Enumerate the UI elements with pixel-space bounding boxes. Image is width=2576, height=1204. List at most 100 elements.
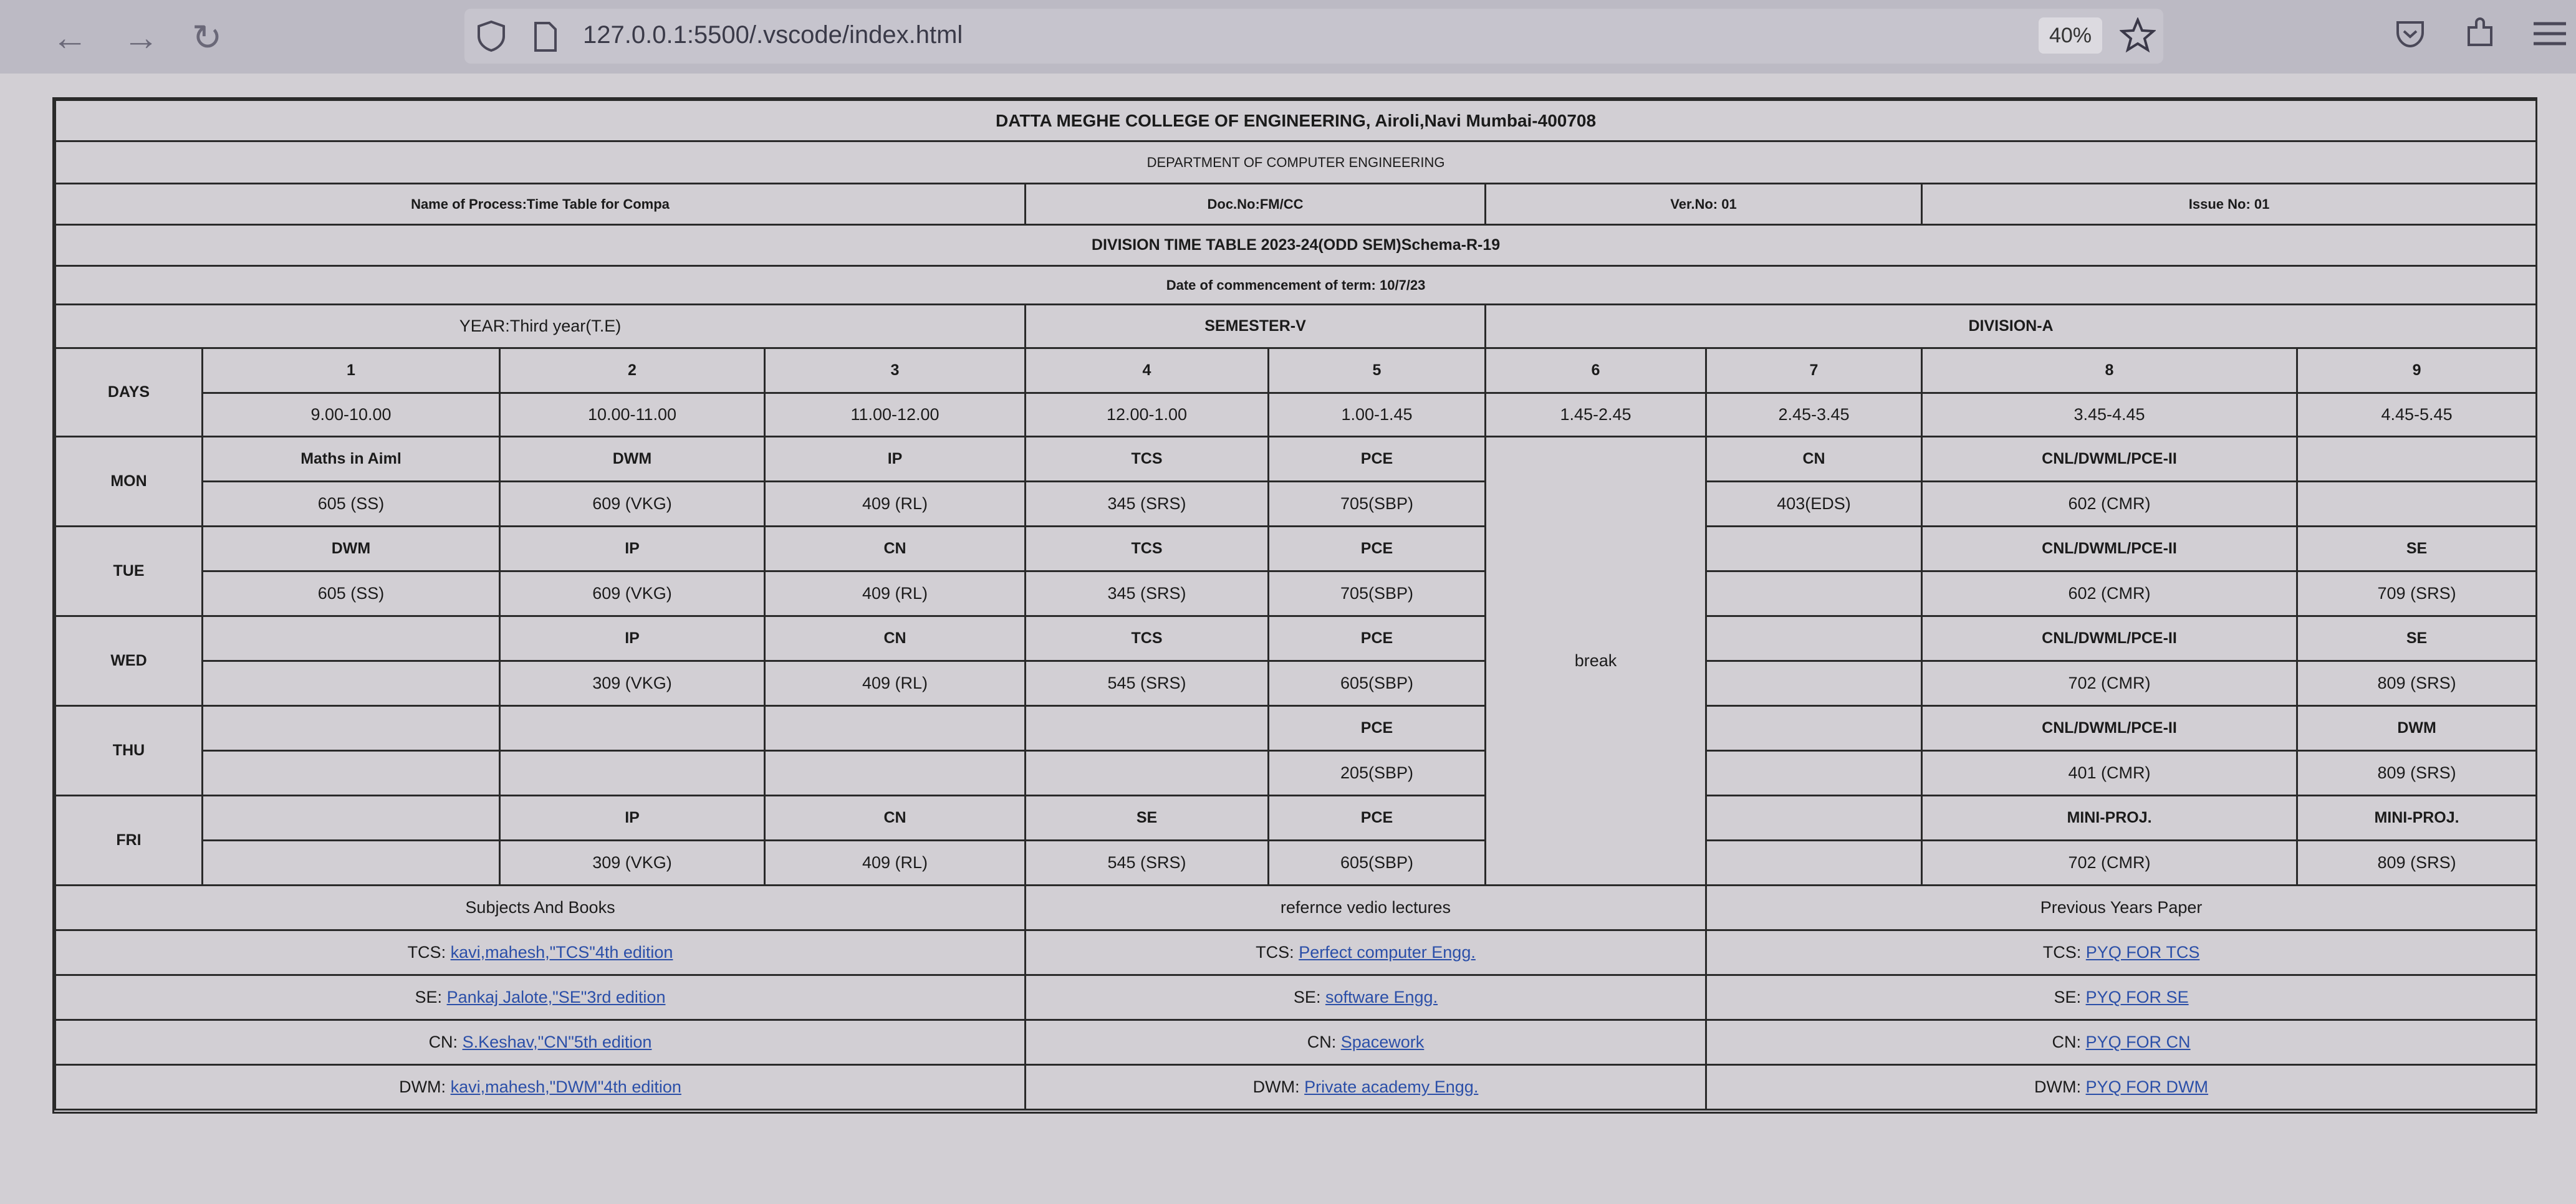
day-label: WED [54,615,203,707]
days-header: DAYS [54,347,203,437]
subject-cell: CN [764,525,1026,572]
resource-cell: SE: PYQ FOR SE [1704,974,2538,1021]
pocket-icon[interactable] [2394,17,2426,50]
room-cell: 809 (SRS) [2295,750,2538,796]
room-cell: 605(SBP) [1267,839,1486,886]
subject-cell: DWM [2295,705,2538,752]
subject-cell: Maths in Aiml [201,436,501,482]
period-number: 1 [201,347,501,394]
commencement-date: Date of commencement of term: 10/7/23 [54,265,2538,305]
subject-cell [2295,436,2538,482]
period-time: 1.45-2.45 [1484,392,1707,437]
resource-subject-label: TCS: [2042,943,2082,962]
subject-cell: SE [2295,615,2538,662]
book-link[interactable]: S.Keshav,"CN"5th edition [463,1033,652,1051]
star-icon[interactable] [2120,17,2156,54]
room-cell: 809 (SRS) [2295,660,2538,707]
book-link[interactable]: kavi,mahesh,"TCS"4th edition [451,943,673,962]
process-name: Name of Process:Time Table for Compa [54,183,1026,226]
resource-subject-label: CN: [2052,1033,2082,1051]
resource-subject-label: SE: [415,988,443,1006]
resource-cell: DWM: Private academy Engg. [1024,1064,1707,1111]
period-time: 4.45-5.45 [2295,392,2538,437]
subject-cell: CNL/DWML/PCE-II [1921,436,2298,482]
subject-cell: IP [499,795,766,841]
room-cell: 605 (SS) [201,480,501,527]
room-cell: 545 (SRS) [1024,839,1269,886]
resource-cell: TCS: Perfect computer Engg. [1024,929,1707,976]
room-cell: 345 (SRS) [1024,570,1269,617]
subject-cell [1024,705,1269,752]
zoom-level-badge[interactable]: 40% [2039,17,2102,54]
day-subject-row: THU PCE CNL/DWML/PCE-II DWM [54,705,2538,796]
room-cell: 409 (RL) [764,660,1026,707]
room-cell [201,839,501,886]
subject-cell [764,705,1026,752]
resource-cell: SE: software Engg. [1024,974,1707,1021]
period-number: 3 [764,347,1026,394]
video-lecture-link[interactable]: Spacework [1341,1033,1425,1051]
shield-icon[interactable] [476,20,507,52]
resource-cell: TCS: PYQ FOR TCS [1704,929,2538,976]
resource-cell: DWM: PYQ FOR DWM [1704,1064,2538,1111]
url-text[interactable]: 127.0.0.1:5500/.vscode/index.html [583,21,963,49]
subject-cell: TCS [1024,525,1269,572]
resource-cell: CN: Spacework [1024,1019,1707,1066]
day-label: TUE [54,525,203,617]
room-cell: 702 (CMR) [1921,660,2298,707]
video-lecture-link[interactable]: Perfect computer Engg. [1299,943,1476,962]
room-cell: 545 (SRS) [1024,660,1269,707]
doc-number: Doc.No:FM/CC [1024,183,1486,226]
break-cell: break [1484,436,1707,886]
menu-icon[interactable] [2531,19,2569,50]
room-cell [1705,660,1923,707]
address-bar[interactable]: 127.0.0.1:5500/.vscode/index.html 40% [464,9,2163,64]
room-cell: 409 (RL) [764,480,1026,527]
issue-number: Issue No: 01 [1920,183,2538,226]
day-room-row: 309 (VKG) 409 (RL) 545 (SRS) 605(SBP) 702 (C… [55,660,2538,707]
resource-cell: DWM: kavi,mahesh,"DWM"4th edition [54,1064,1026,1111]
extensions-icon[interactable] [2463,15,2497,50]
subject-cell: CN [1705,436,1923,482]
room-cell [201,660,501,707]
room-cell: 205(SBP) [1267,750,1486,796]
subject-cell [1705,705,1923,752]
subject-cell: TCS [1024,436,1269,482]
book-link[interactable]: kavi,mahesh,"DWM"4th edition [451,1077,681,1096]
room-cell: 401 (CMR) [1921,750,2298,796]
subject-cell: IP [499,525,766,572]
resource-row: DWM: kavi,mahesh,"DWM"4th edition DWM: Pr… [54,1064,2538,1111]
room-cell: 345 (SRS) [1024,480,1269,527]
pyq-link[interactable]: PYQ FOR DWM [2086,1077,2209,1096]
day-subject-row: WED IP CN TCS PCE CNL/DWML/PCE-II SE [54,615,2538,707]
page-icon[interactable] [533,21,558,52]
resource-row: TCS: kavi,mahesh,"TCS"4th edition TCS: Pe… [54,929,2538,976]
resource-cell: CN: PYQ FOR CN [1704,1019,2538,1066]
subject-cell: PCE [1267,705,1486,752]
page-content: DATTA MEGHE COLLEGE OF ENGINEERING, Airo… [0,74,2576,1204]
room-cell: 605 (SS) [201,570,501,617]
pyq-link[interactable]: PYQ FOR TCS [2086,943,2200,962]
pyq-link[interactable]: PYQ FOR SE [2086,988,2189,1006]
subject-cell: IP [764,436,1026,482]
video-lecture-link[interactable]: Private academy Engg. [1304,1077,1478,1096]
room-cell: 609 (VKG) [499,480,766,527]
period-time: 1.00-1.45 [1267,392,1486,437]
room-cell: 705(SBP) [1267,480,1486,527]
period-number: 8 [1921,347,2298,394]
day-subject-row: TUE DWM IP CN TCS PCE CNL/DWML/PCE-II SE [54,525,2538,617]
period-number: 2 [499,347,766,394]
pyq-link[interactable]: PYQ FOR CN [2086,1033,2191,1051]
period-number: 6 [1484,347,1707,394]
reload-icon[interactable]: ↻ [182,12,232,62]
back-arrow-icon[interactable]: ← [45,12,95,62]
forward-arrow-icon[interactable]: → [116,12,166,62]
period-time: 11.00-12.00 [764,392,1026,437]
book-link[interactable]: Pankaj Jalote,"SE"3rd edition [447,988,666,1006]
subject-cell [201,615,501,662]
video-lecture-link[interactable]: software Engg. [1325,988,1438,1006]
subject-cell [499,705,766,752]
room-cell: 602 (CMR) [1921,570,2298,617]
college-name: DATTA MEGHE COLLEGE OF ENGINEERING, Airo… [54,99,2538,142]
resource-cell: TCS: kavi,mahesh,"TCS"4th edition [54,929,1026,976]
